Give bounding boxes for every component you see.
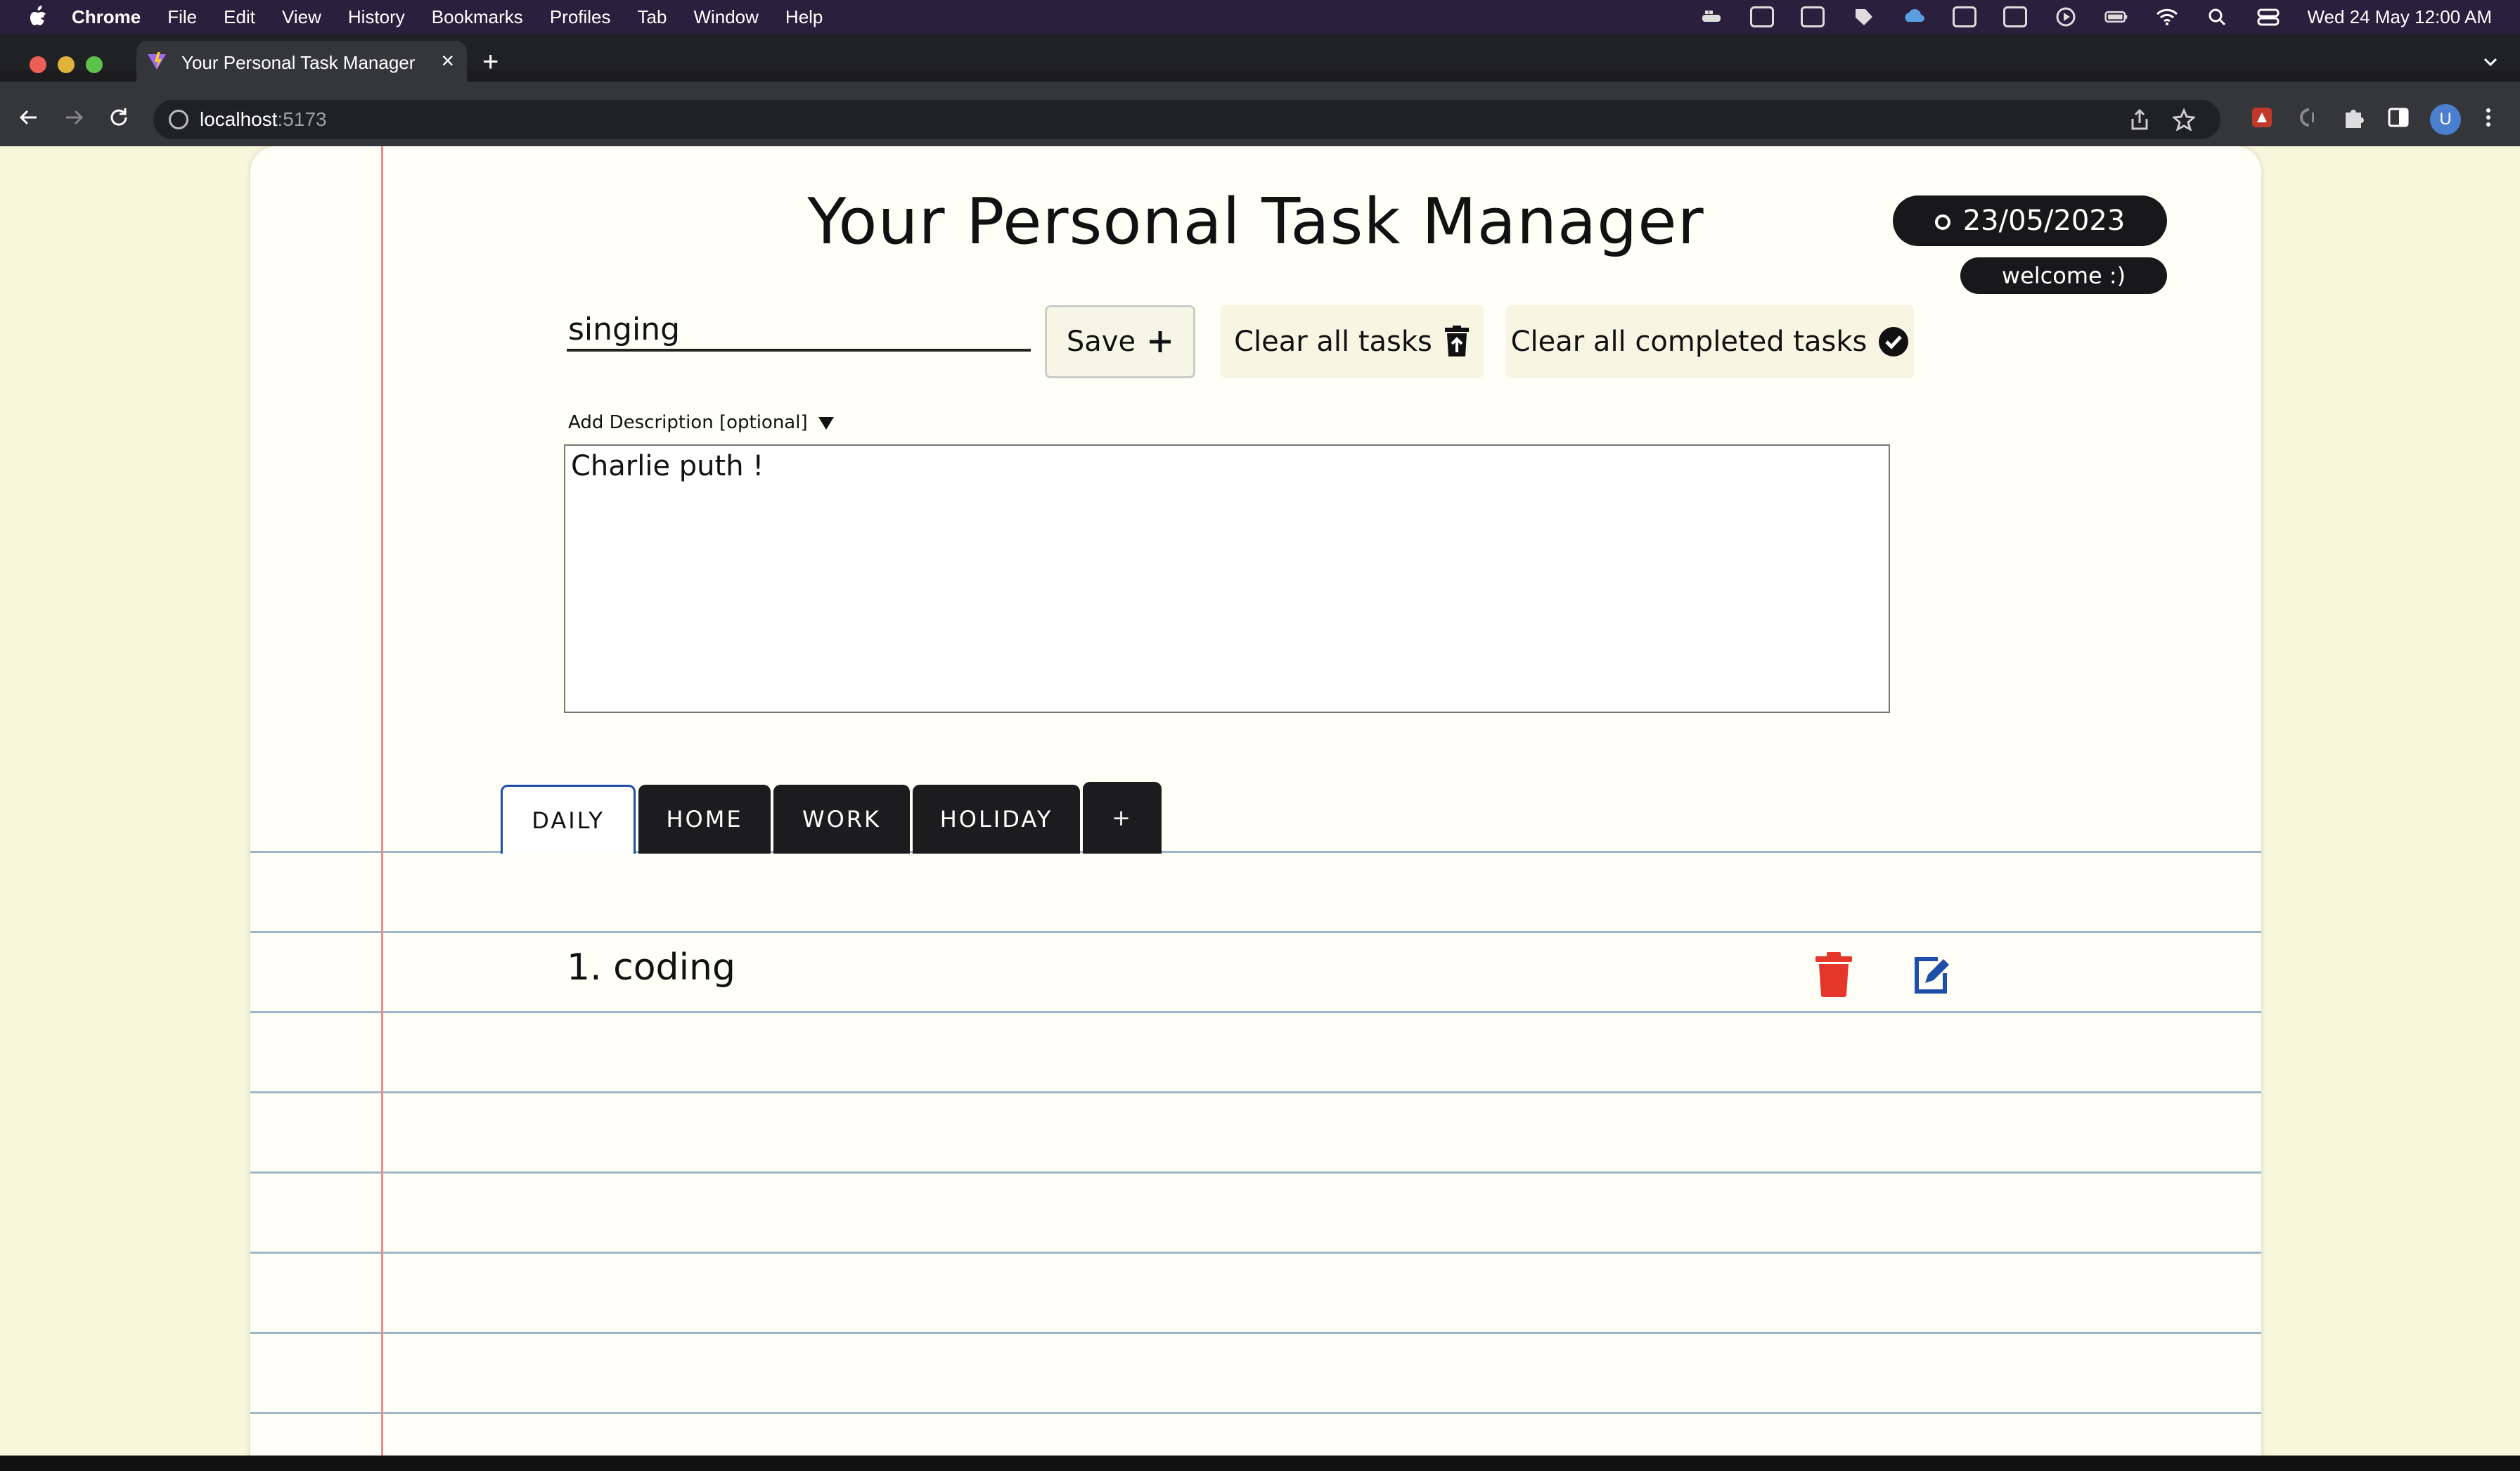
description-toggle[interactable]: Add Description [optional]: [568, 412, 835, 433]
tab-close-icon[interactable]: ×: [441, 48, 454, 74]
menu-edit[interactable]: Edit: [224, 6, 255, 28]
back-arrow-icon[interactable]: [17, 105, 41, 129]
clear-all-label: Clear all tasks: [1234, 326, 1432, 358]
new-tab-button[interactable]: +: [482, 48, 499, 76]
play-icon[interactable]: [2054, 6, 2078, 27]
extension-red-icon[interactable]: [2250, 105, 2274, 129]
extension-code-icon[interactable]: [2295, 105, 2319, 129]
menu-view[interactable]: View: [282, 6, 321, 28]
address-bar[interactable]: localhost:5173: [153, 100, 2220, 139]
tab-title: Your Personal Task Manager: [181, 52, 416, 73]
outlook-icon[interactable]: [1750, 6, 1775, 27]
ruled-line: [250, 931, 2261, 933]
task-text: coding: [613, 946, 735, 989]
save-button[interactable]: Save: [1045, 305, 1195, 378]
date-badge: 23/05/2023: [1893, 195, 2167, 246]
menu-tab[interactable]: Tab: [638, 6, 667, 28]
clock-icon: [1934, 214, 1950, 230]
edit-task-pencil-icon[interactable]: [1911, 952, 1950, 997]
welcome-badge: welcome :): [1960, 257, 2167, 294]
clipboard-icon[interactable]: [2003, 6, 2028, 27]
menu-history[interactable]: History: [348, 6, 405, 28]
docker-icon[interactable]: [1699, 6, 1723, 27]
margin-line: [381, 146, 383, 1456]
apple-logo-icon[interactable]: [27, 5, 48, 29]
delete-task-trash-icon[interactable]: [1814, 952, 1853, 997]
task-number: 1.: [567, 946, 602, 989]
more-options-icon[interactable]: [2476, 105, 2500, 129]
address-url[interactable]: localhost:5173: [200, 108, 327, 131]
tab-daily[interactable]: DAILY: [501, 785, 636, 854]
teams-icon[interactable]: [1801, 6, 1825, 27]
caret-down-icon: [818, 416, 834, 430]
clear-completed-tasks-button[interactable]: Clear all completed tasks: [1506, 305, 1914, 378]
tag-icon[interactable]: [1851, 6, 1875, 27]
tab-holiday[interactable]: HOLIDAY: [913, 785, 1080, 854]
check-circle-icon: [1879, 327, 1909, 356]
chevron-down-icon[interactable]: [2482, 53, 2499, 70]
menu-profiles[interactable]: Profiles: [550, 6, 611, 28]
wifi-icon[interactable]: [2155, 6, 2179, 27]
browser-tab-active[interactable]: Your Personal Task Manager ×: [136, 41, 467, 82]
ruled-line: [250, 1171, 2261, 1174]
control-center-icon[interactable]: [2256, 6, 2280, 27]
task-item[interactable]: 1. coding: [567, 946, 735, 989]
battery-icon[interactable]: [2104, 6, 2128, 27]
notebook-paper: Your Personal Task Manager 23/05/2023 we…: [250, 146, 2261, 1456]
plus-icon: [1150, 331, 1171, 352]
search-icon[interactable]: [2206, 6, 2230, 27]
menubar-datetime[interactable]: Wed 24 May 12:00 AM: [2307, 6, 2492, 28]
forward-arrow-icon[interactable]: [62, 105, 86, 129]
share-icon[interactable]: [2129, 108, 2150, 131]
description-textarea[interactable]: Charlie puth !: [564, 444, 1890, 713]
description-label: Add Description [optional]: [568, 412, 808, 433]
cloud-sync-icon[interactable]: [1902, 6, 1926, 27]
ruled-line: [250, 1091, 2261, 1093]
vite-favicon-icon: [148, 52, 166, 70]
ruled-line: [250, 1011, 2261, 1013]
menu-help[interactable]: Help: [785, 6, 823, 28]
menu-file[interactable]: File: [167, 6, 197, 28]
save-label: Save: [1066, 326, 1136, 358]
window-maximize-button[interactable]: [86, 56, 103, 73]
page-viewport: Your Personal Task Manager 23/05/2023 we…: [0, 146, 2520, 1456]
date-text: 23/05/2023: [1962, 205, 2126, 237]
add-tab-button[interactable]: +: [1083, 782, 1162, 854]
tab-home[interactable]: HOME: [638, 785, 771, 854]
side-panel-icon[interactable]: [2386, 105, 2410, 129]
window-minimize-button[interactable]: [58, 56, 75, 73]
trash-arrow-up-icon: [1444, 326, 1469, 356]
dock-edge: [0, 1456, 2520, 1471]
menu-window[interactable]: Window: [693, 6, 758, 28]
ruled-line: [250, 1252, 2261, 1254]
screen-capture-icon[interactable]: [1953, 6, 1977, 27]
bookmark-star-icon[interactable]: [2173, 108, 2195, 131]
tab-work[interactable]: WORK: [773, 785, 910, 854]
task-input[interactable]: [567, 309, 1031, 352]
site-info-icon[interactable]: [169, 110, 188, 129]
menu-app-chrome[interactable]: Chrome: [72, 6, 141, 28]
macos-menu-bar: Chrome File Edit View History Bookmarks …: [0, 0, 2520, 34]
window-close-button[interactable]: [30, 56, 46, 73]
profile-avatar[interactable]: U: [2430, 104, 2461, 135]
extensions-puzzle-icon[interactable]: [2341, 105, 2365, 129]
ruled-line: [250, 1412, 2261, 1414]
ruled-line: [250, 1332, 2261, 1334]
clear-all-tasks-button[interactable]: Clear all tasks: [1221, 305, 1484, 378]
reload-icon[interactable]: [107, 105, 131, 129]
menu-bookmarks[interactable]: Bookmarks: [432, 6, 523, 28]
clear-completed-label: Clear all completed tasks: [1510, 326, 1868, 358]
